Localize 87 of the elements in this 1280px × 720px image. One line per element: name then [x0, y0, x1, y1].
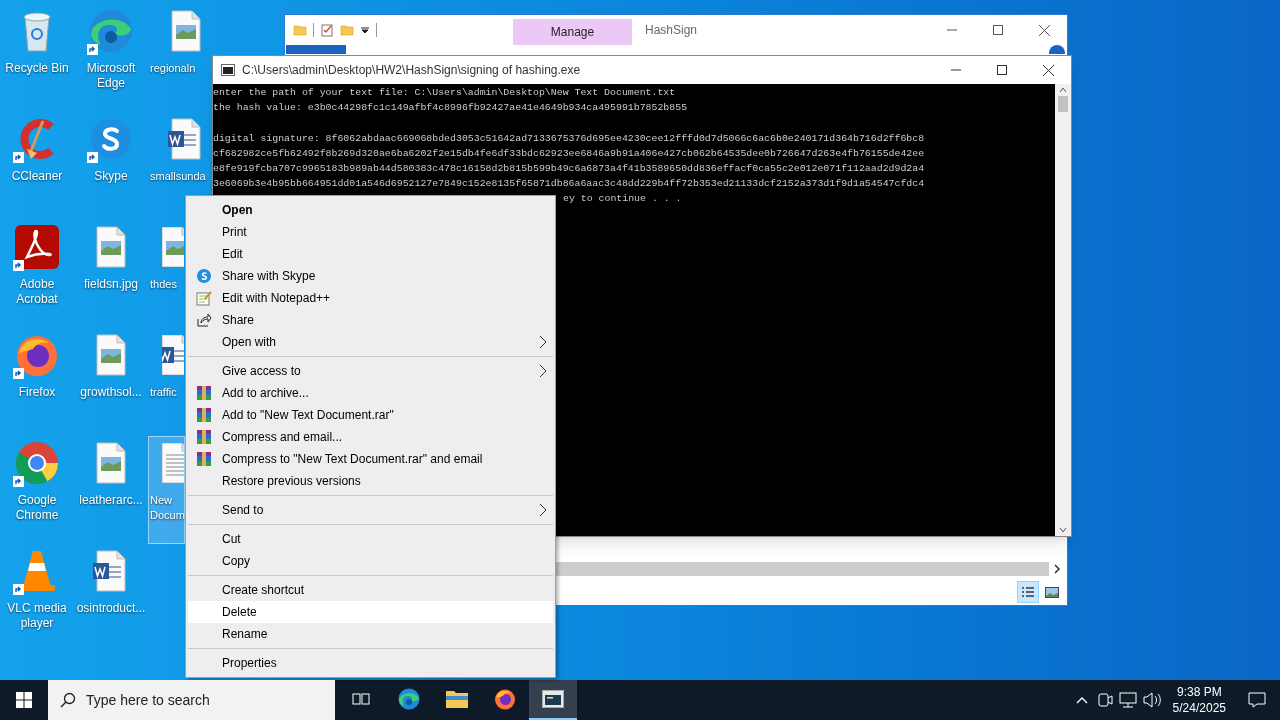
archive-icon: [196, 385, 212, 401]
menu-item[interactable]: Open with: [188, 331, 553, 353]
horizontal-scrollbar[interactable]: [556, 562, 1049, 576]
menu-item[interactable]: Compress and email...: [188, 426, 553, 448]
clock[interactable]: 9:38 PM 5/24/2025: [1164, 684, 1234, 716]
icon-label: Recycle Bin: [5, 61, 69, 76]
menu-item[interactable]: Create shortcut: [188, 579, 553, 601]
icon-label: regionaln: [149, 61, 196, 76]
menu-item[interactable]: Add to "New Text Document.rar": [188, 404, 553, 426]
menu-item[interactable]: Rename: [188, 623, 553, 645]
maximize-icon: [997, 65, 1007, 75]
window-title: C:\Users\admin\Desktop\HW2\HashSign\signing of hashing.exe: [242, 62, 581, 79]
menu-item[interactable]: Share with Skype: [188, 265, 553, 287]
search-icon: [60, 692, 76, 708]
properties-icon[interactable]: [320, 23, 334, 37]
menu-item[interactable]: Print: [188, 221, 553, 243]
archive-icon: [196, 429, 212, 445]
icon-label: smallsunda: [149, 169, 206, 184]
scroll-thumb[interactable]: [1058, 96, 1068, 112]
menu-item[interactable]: Edit with Notepad++: [188, 287, 553, 309]
icon-label: Adobe Acrobat: [15, 277, 59, 307]
icon-label: CCleaner: [11, 169, 63, 184]
shortcut-arrow-icon: [13, 368, 24, 379]
archive-icon: [196, 407, 212, 423]
icon-label: osintroduct...: [76, 601, 146, 616]
notifications-icon: [1248, 691, 1266, 709]
console-line: cf682982ce5fb62492f8b269d320ae6ba6202f2e15db4fe6df33bdc62923ee6846a9b91a406e427cb062b64535dee0b726647d263e4fb76155de42ee: [213, 146, 926, 161]
icon-label: leatherarc...: [79, 493, 143, 508]
console-line: the hash value: e3b0c44298fc1c149afbf4c8996fb92427ae41e4649b934ca495991b7852b855: [213, 101, 689, 116]
console-icon: [542, 690, 564, 708]
console-line: enter the path of your text file: C:\Users\admin\Desktop\New Text Document.txt: [213, 86, 677, 100]
archive-icon: [196, 451, 212, 467]
console-line: digital signature: 8f6062abdaac669068bded3053c51642ad7133675376d695ee4230cee12fffd0d7d5066c6ac6b0e240171d364b716d2ff6bc8: [213, 131, 926, 146]
shortcut-arrow-icon: [13, 152, 24, 163]
icon-label: growthsol...: [80, 385, 142, 400]
menu-item[interactable]: Compress to "New Text Document.rar" and email: [188, 448, 553, 470]
menu-item[interactable]: Edit: [188, 243, 553, 265]
details-view-button[interactable]: [1017, 581, 1039, 603]
menu-item[interactable]: Copy: [188, 550, 553, 572]
firefox-icon: [493, 687, 517, 711]
icon-label: Skype: [94, 169, 128, 184]
menu-item[interactable]: Share: [188, 309, 553, 331]
task-view-icon: [352, 691, 370, 707]
menu-item[interactable]: Delete: [188, 601, 553, 623]
maximize-icon: [993, 25, 1003, 35]
shortcut-arrow-icon: [13, 584, 24, 595]
icon-label: Firefox: [18, 385, 56, 400]
console-line: e8fe919fcba707c9965183b989ab44d580383c478c16158d2b815b599b49c6a6873a4f41b3589650dd836effacf0ca55c2e012e071f112aad2d9d2a4: [213, 161, 926, 176]
menu-item[interactable]: Send to: [188, 499, 553, 521]
search-field[interactable]: Type here to search: [48, 680, 335, 720]
folder-icon: [445, 688, 469, 710]
icon-label: Google Chrome: [14, 493, 60, 523]
console-icon: [221, 64, 235, 76]
chrome-icon: [13, 439, 61, 487]
shortcut-arrow-icon: [87, 44, 98, 55]
close-icon: [1038, 24, 1050, 36]
console-line: 3e6069b3e4b95bb664951dd01a546d6952127e7849c152e8135f65871db86a6aac3c48dd229b4ff72b353ed21133dcf2152a373d1f9d1a54547cfdc4: [213, 177, 926, 192]
icon-label: VLC media player: [6, 601, 68, 631]
details-view-icon: [1021, 586, 1035, 598]
shortcut-arrow-icon: [13, 476, 24, 487]
thumbnail-view-icon: [1045, 586, 1059, 598]
icon-label: traffic: [149, 385, 177, 400]
context-tab[interactable]: Manage: [513, 19, 632, 45]
menu-item[interactable]: Cut: [188, 528, 553, 550]
notepad-icon: [196, 290, 212, 306]
menu-item[interactable]: Properties: [188, 652, 553, 674]
icon-label: thdes: [149, 277, 177, 292]
menu-item[interactable]: Restore previous versions: [188, 470, 553, 492]
dropdown-icon[interactable]: [360, 25, 370, 35]
skype-icon: [196, 268, 212, 284]
shortcut-arrow-icon: [13, 260, 24, 271]
console-line: ey to continue . . .: [563, 193, 682, 205]
share-icon: [196, 312, 212, 328]
icon-label: Microsoft Edge: [85, 61, 137, 91]
taskbar-button[interactable]: [529, 680, 577, 720]
menu-item[interactable]: Give access to: [188, 360, 553, 382]
pdf-app-icon: [13, 223, 61, 271]
menu-item[interactable]: Add to archive...: [188, 382, 553, 404]
edge-icon: [397, 687, 421, 711]
shortcut-arrow-icon: [87, 152, 98, 163]
icon-label: New Docum: [149, 493, 185, 523]
windows-icon: [16, 692, 32, 708]
edge-icon: [87, 7, 135, 55]
vertical-scrollbar[interactable]: [1055, 84, 1071, 536]
window-title: HashSign: [645, 22, 698, 39]
icon-label: fieldsn.jpg: [83, 277, 138, 292]
close-icon: [1042, 64, 1054, 76]
